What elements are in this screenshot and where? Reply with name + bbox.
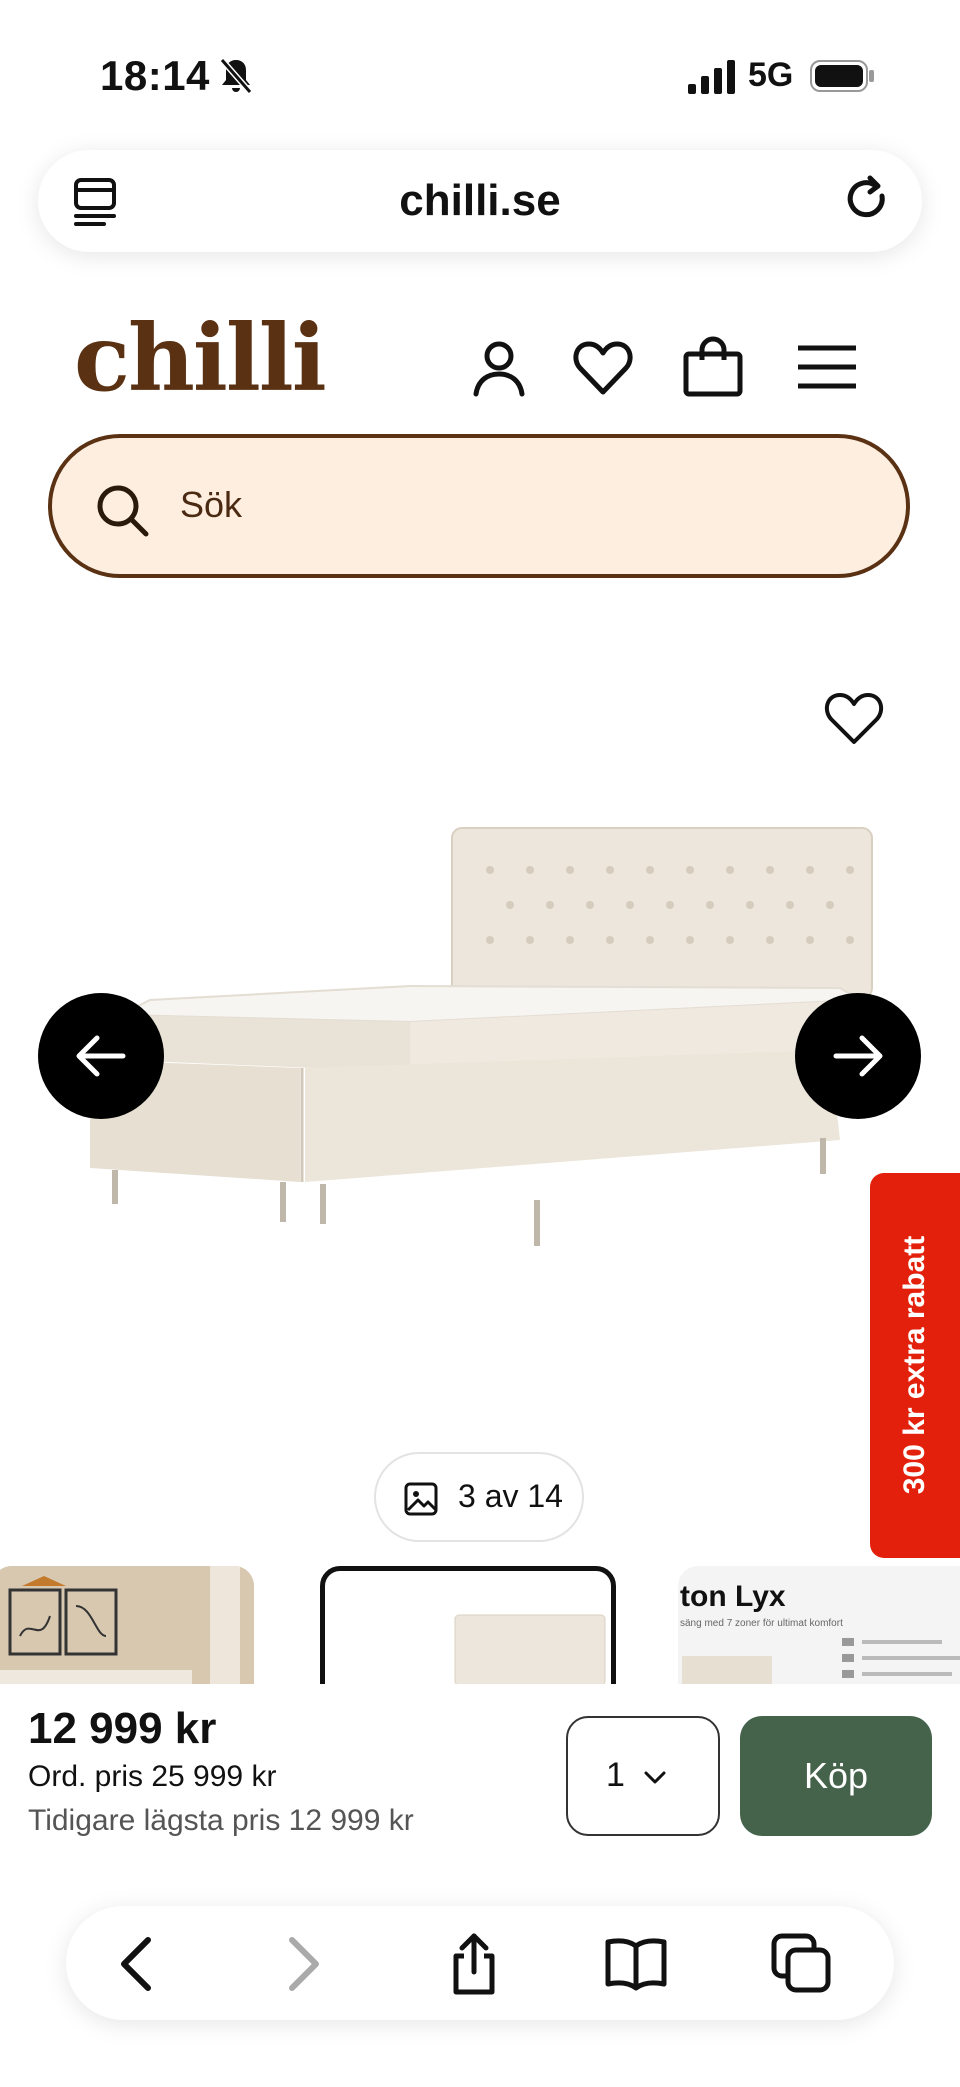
bag-icon[interactable] (682, 336, 744, 398)
thumbnail-title: ton Lyx (680, 1580, 786, 1613)
account-icon[interactable] (468, 336, 530, 398)
buy-bar: 12 999 kr Ord. pris 25 999 kr Tidigare l… (0, 1684, 960, 1874)
thumbnail-subtitle: säng med 7 zoner för ultimat komfort (680, 1618, 843, 1629)
bell-slash-icon (219, 58, 253, 94)
lowest-price: Tidigare lägsta pris 12 999 kr (28, 1804, 414, 1837)
chevron-down-icon (644, 1771, 666, 1784)
next-image-button[interactable] (795, 993, 921, 1119)
status-bar: 18:14 5G (0, 0, 960, 150)
forward-icon[interactable] (270, 1932, 334, 1996)
heart-icon[interactable] (572, 336, 634, 398)
status-time: 18:14 (100, 52, 210, 99)
product-image (90, 827, 873, 1246)
tabs-icon[interactable] (770, 1932, 834, 1996)
arrow-right-icon (833, 1035, 883, 1077)
quantity-value: 1 (606, 1756, 625, 1794)
gallery-icon (404, 1482, 438, 1516)
promo-text: 300 kr extra rabatt (898, 1235, 931, 1495)
share-icon[interactable] (442, 1932, 506, 1996)
search-placeholder: Sök (180, 484, 243, 525)
thumbnail-bed-image (454, 1614, 606, 1684)
thumbnail[interactable]: ton Lyx säng med 7 zoner för ultimat kom… (678, 1566, 960, 1684)
reload-icon[interactable] (842, 174, 892, 228)
thumbnail-info-image (682, 1638, 960, 1684)
image-counter: 3 av 14 (374, 1452, 584, 1542)
thumbnail[interactable] (0, 1566, 254, 1684)
battery-icon (810, 60, 874, 92)
ordinary-price: Ord. pris 25 999 kr (28, 1760, 277, 1793)
site-logo[interactable]: chilli (74, 312, 327, 404)
thumbnail-strip: ton Lyx säng med 7 zoner för ultimat kom… (0, 1566, 960, 1684)
price: 12 999 kr (28, 1704, 217, 1753)
image-counter-text: 3 av 14 (458, 1478, 563, 1514)
signal-icon (688, 60, 735, 94)
network-label: 5G (748, 56, 794, 94)
quantity-select[interactable]: 1 (566, 1716, 720, 1836)
address-bar[interactable]: chilli.se (38, 150, 922, 252)
favorite-icon[interactable] (824, 690, 884, 746)
thumbnail-room-image (0, 1566, 254, 1684)
buy-button[interactable]: Köp (740, 1716, 932, 1836)
menu-icon[interactable] (796, 336, 858, 398)
search-input[interactable]: Sök (48, 434, 910, 578)
back-icon[interactable] (106, 1932, 170, 1996)
thumbnail-active[interactable] (320, 1566, 616, 1684)
arrow-left-icon (76, 1035, 126, 1077)
url-text[interactable]: chilli.se (38, 176, 922, 226)
browser-toolbar (66, 1906, 894, 2020)
bookmarks-icon[interactable] (604, 1932, 668, 1996)
promo-tab[interactable]: 300 kr extra rabatt (870, 1173, 960, 1558)
search-icon (97, 485, 149, 537)
previous-image-button[interactable] (38, 993, 164, 1119)
